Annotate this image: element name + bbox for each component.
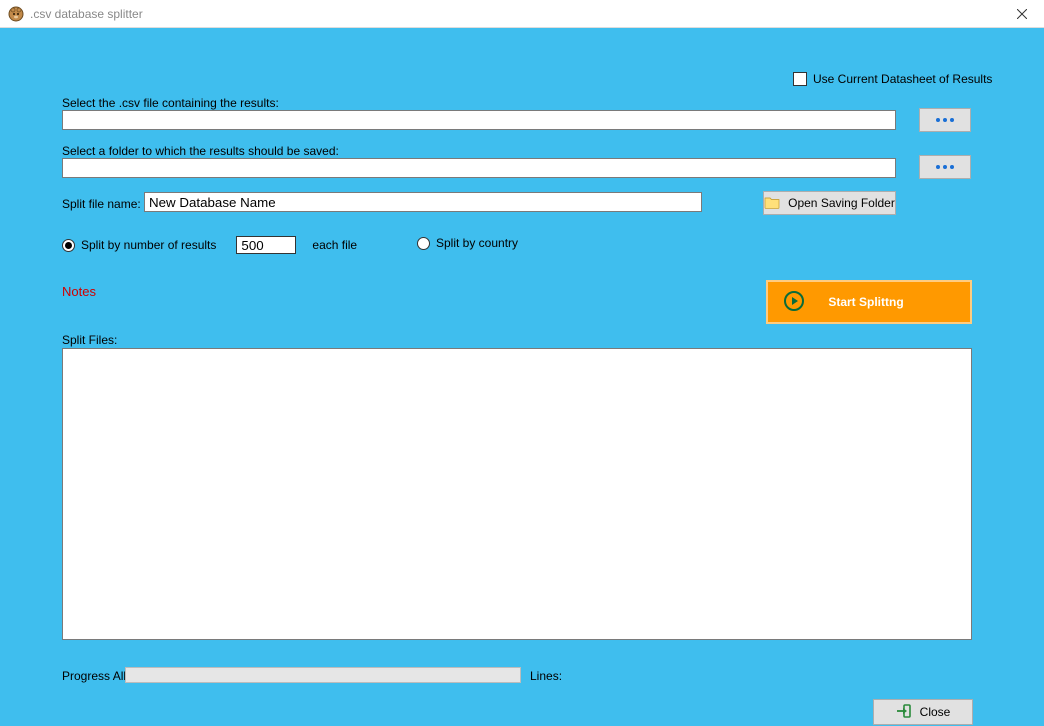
use-current-datasheet-row: Use Current Datasheet of Results — [793, 72, 992, 86]
split-file-name-input[interactable] — [144, 192, 702, 212]
split-by-country-row: Split by country — [417, 236, 518, 250]
split-by-country-label: Split by country — [436, 236, 518, 250]
window-close-button[interactable] — [999, 0, 1044, 28]
split-by-results-row: Split by number of results each file — [62, 236, 357, 254]
progress-bar — [125, 667, 521, 683]
titlebar: .csv database splitter — [0, 0, 1044, 28]
split-files-label: Split Files: — [62, 333, 117, 347]
notes-label: Notes — [62, 284, 96, 299]
open-saving-folder-label: Open Saving Folder — [788, 196, 895, 210]
split-by-results-radio[interactable] — [62, 239, 75, 252]
client-area: Use Current Datasheet of Results Select … — [0, 28, 1044, 726]
ellipsis-dot-icon — [950, 118, 954, 122]
ellipsis-dot-icon — [943, 165, 947, 169]
start-splitting-button[interactable]: Start Splittng — [766, 280, 972, 324]
ellipsis-dot-icon — [950, 165, 954, 169]
progress-label: Progress All: — [62, 669, 129, 683]
folder-icon — [764, 195, 780, 212]
split-file-name-label: Split file name: — [62, 197, 141, 211]
browse-folder-button[interactable] — [919, 155, 971, 179]
save-folder-input[interactable] — [62, 158, 896, 178]
ellipsis-dot-icon — [943, 118, 947, 122]
close-button-label: Close — [920, 705, 951, 719]
use-current-datasheet-label: Use Current Datasheet of Results — [813, 72, 992, 86]
lines-label: Lines: — [530, 669, 562, 683]
csv-file-label: Select the .csv file containing the resu… — [62, 96, 279, 110]
window-title: .csv database splitter — [30, 7, 143, 21]
close-button[interactable]: Close — [873, 699, 973, 725]
ellipsis-dot-icon — [936, 118, 940, 122]
exit-icon — [896, 703, 912, 722]
split-by-results-label: Split by number of results — [81, 238, 216, 252]
save-folder-label: Select a folder to which the results sho… — [62, 144, 339, 158]
start-splitting-label: Start Splittng — [828, 295, 903, 309]
split-files-textarea[interactable] — [62, 348, 972, 640]
split-by-country-radio[interactable] — [417, 237, 430, 250]
browse-csv-button[interactable] — [919, 108, 971, 132]
app-icon — [8, 6, 24, 22]
open-saving-folder-button[interactable]: Open Saving Folder — [763, 191, 896, 215]
use-current-datasheet-checkbox[interactable] — [793, 72, 807, 86]
ellipsis-dot-icon — [936, 165, 940, 169]
results-count-input[interactable] — [236, 236, 296, 254]
play-icon — [784, 291, 804, 314]
csv-file-input[interactable] — [62, 110, 896, 130]
each-file-label: each file — [312, 238, 357, 252]
